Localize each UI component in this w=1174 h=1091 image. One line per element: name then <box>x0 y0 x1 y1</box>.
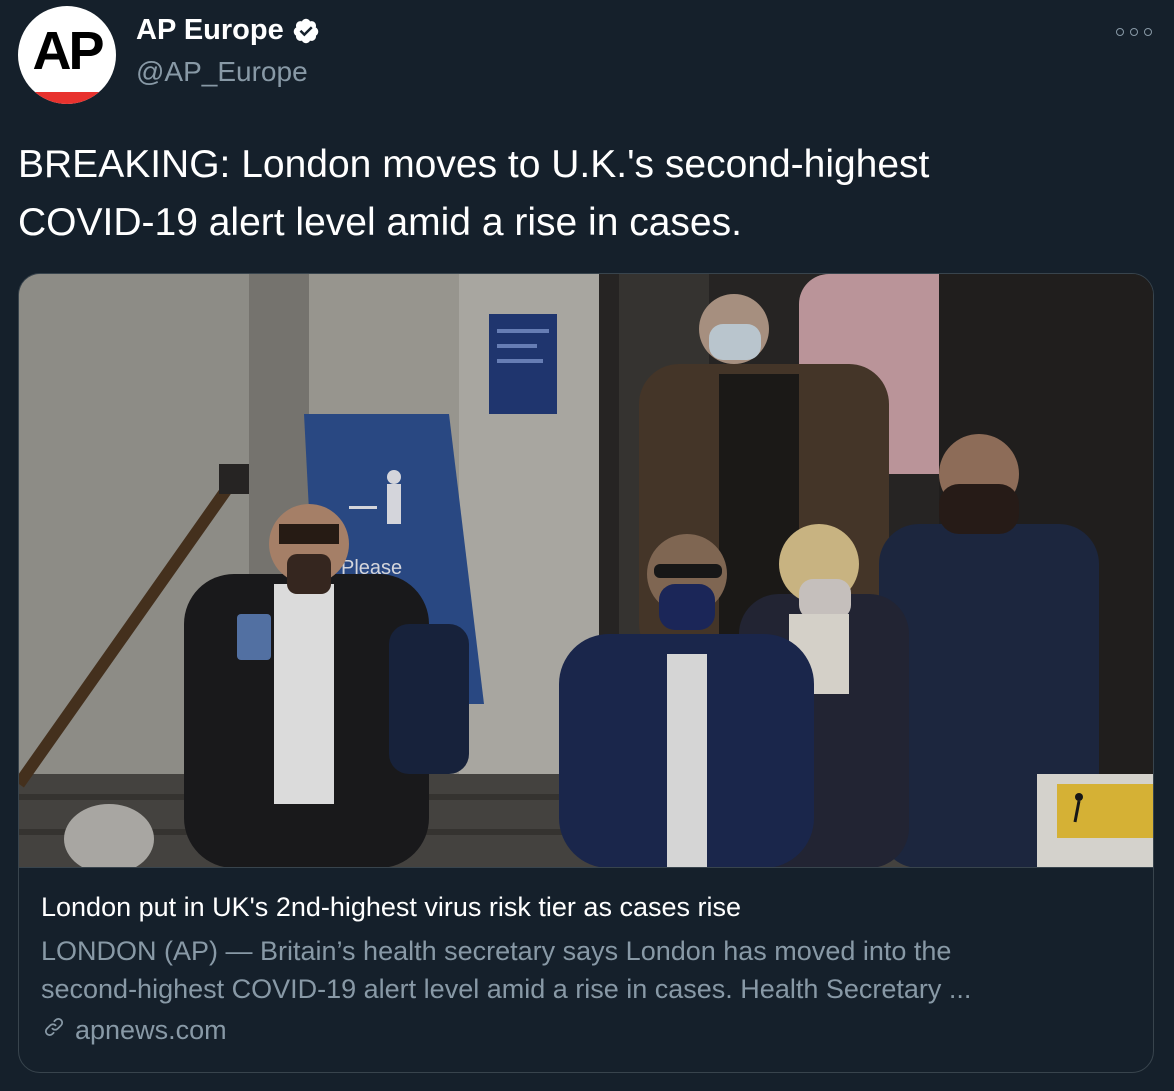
card-description-line: second-highest COVID-19 alert level amid… <box>41 974 972 1004</box>
link-card[interactable]: Please your <box>18 273 1154 1073</box>
link-icon <box>41 1014 67 1047</box>
card-domain[interactable]: apnews.com <box>41 1014 227 1047</box>
tweet: AP AP Europe @AP_Europe BREAKING: London… <box>0 0 1174 1091</box>
tweet-text: BREAKING: London moves to U.K.'s second-… <box>18 136 1148 252</box>
verified-badge-icon <box>292 17 320 45</box>
name-row: AP Europe <box>136 14 320 47</box>
avatar-logo-bar <box>18 92 116 104</box>
avatar-logo-text: AP <box>32 21 104 81</box>
card-photo: Please your <box>19 274 1153 867</box>
card-description: LONDON (AP) — Britain’s health secretary… <box>41 932 1131 1008</box>
avatar[interactable]: AP <box>18 6 116 104</box>
more-dot <box>1116 28 1124 36</box>
card-title: London put in UK's 2nd-highest virus ris… <box>41 892 741 922</box>
display-name[interactable]: AP Europe <box>136 14 284 47</box>
more-dot <box>1130 28 1138 36</box>
card-domain-text: apnews.com <box>75 1015 227 1045</box>
handle[interactable]: @AP_Europe <box>136 56 308 88</box>
more-options-icon[interactable] <box>1116 22 1152 42</box>
tweet-text-line: BREAKING: London moves to U.K.'s second-… <box>18 143 930 186</box>
tweet-text-line: COVID-19 alert level amid a rise in case… <box>18 201 742 244</box>
card-description-line: LONDON (AP) — Britain’s health secretary… <box>41 936 952 966</box>
card-image: Please your <box>19 274 1153 868</box>
more-dot <box>1144 28 1152 36</box>
